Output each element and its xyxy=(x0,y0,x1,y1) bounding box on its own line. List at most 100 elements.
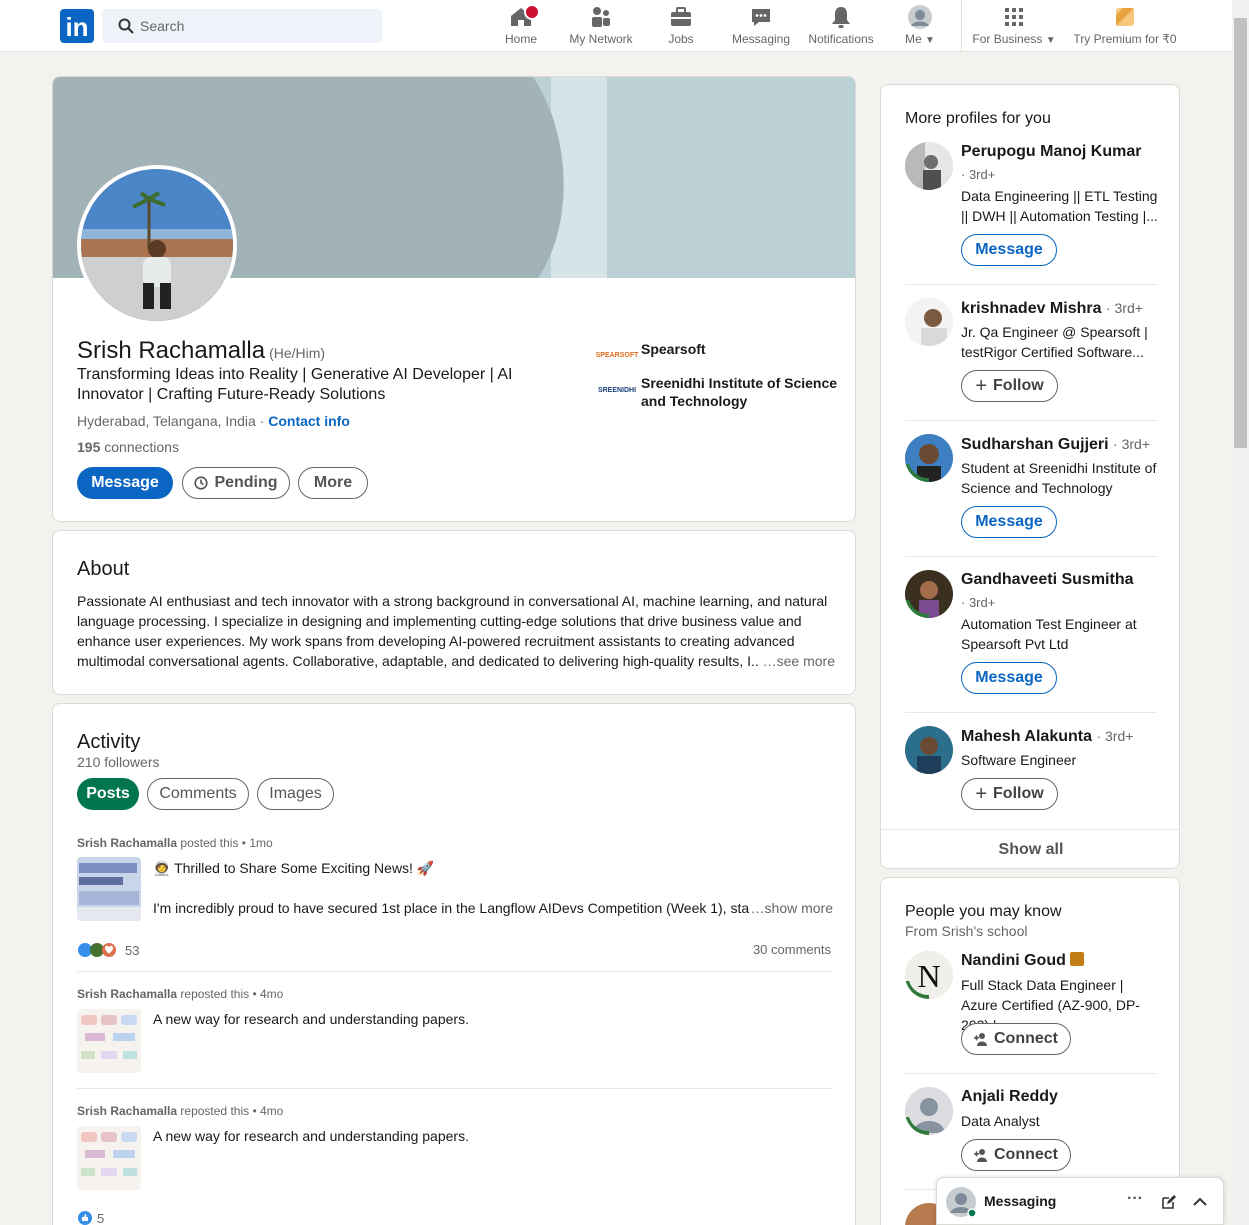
person-name-text: Nandini Goud xyxy=(961,952,1066,969)
post-thumbnail[interactable] xyxy=(77,1009,141,1073)
about-card: About Passionate AI enthusiast and tech … xyxy=(52,530,856,695)
experience-spearsoft[interactable]: SPEARSOFT Spearsoft xyxy=(596,339,706,371)
message-button[interactable]: Message xyxy=(961,506,1057,538)
person-desc: Automation Test Engineer at Spearsoft Pv… xyxy=(961,616,1137,652)
add-person-icon xyxy=(974,1149,987,1162)
post-meta: Srish Rachamalla reposted this • 4mo xyxy=(77,1104,283,1118)
message-button[interactable]: Message xyxy=(77,467,173,499)
more-options-icon[interactable]: ··· xyxy=(1127,1190,1143,1208)
connect-label: Connect xyxy=(994,1146,1058,1163)
connections-row[interactable]: 195 connections xyxy=(77,439,179,455)
pending-button[interactable]: Pending xyxy=(182,467,290,499)
message-button[interactable]: Message xyxy=(961,234,1057,266)
messaging-avatar xyxy=(946,1187,977,1218)
nav-try-premium[interactable]: Try Premium for ₹0 xyxy=(1072,4,1178,50)
post-divider xyxy=(77,1088,833,1089)
post-title: 🧑‍🚀 Thrilled to Share Some Exciting News… xyxy=(153,860,435,876)
search-input[interactable] xyxy=(140,9,370,43)
nav-jobs[interactable]: Jobs xyxy=(664,4,698,50)
nav-label: Notifications xyxy=(808,32,874,46)
post-reactions[interactable]: 5 xyxy=(77,1210,104,1225)
follow-button[interactable]: + Follow xyxy=(961,370,1058,402)
post-body: I'm incredibly proud to have secured 1st… xyxy=(153,900,833,916)
person-name[interactable]: Gandhaveeti Susmitha xyxy=(961,570,1161,590)
nav-my-network[interactable]: My Network xyxy=(566,4,636,50)
post-comments-count[interactable]: 30 comments xyxy=(753,942,831,957)
suggestion-divider xyxy=(905,712,1157,713)
suggestion-divider xyxy=(905,1073,1157,1074)
post-thumbnail[interactable] xyxy=(77,1126,141,1190)
chevron-up-icon[interactable] xyxy=(1193,1195,1207,1209)
sreenidhi-logo: SREENIDHI xyxy=(597,386,637,394)
avatar-icon xyxy=(900,4,940,30)
message-button[interactable]: Message xyxy=(961,662,1057,694)
post-action: reposted this • 4mo xyxy=(180,987,284,1001)
nav-label: Messaging xyxy=(731,32,791,46)
nav-for-business[interactable]: For Business ▼ xyxy=(972,4,1056,50)
connect-button[interactable]: Connect xyxy=(961,1023,1071,1055)
person-avatar[interactable] xyxy=(905,298,953,346)
person-name[interactable]: krishnadev Mishra · 3rd+ xyxy=(961,298,1161,319)
messaging-overlay[interactable]: Messaging ··· xyxy=(936,1177,1224,1225)
nav-divider xyxy=(961,0,962,52)
person-name[interactable]: Perupogu Manoj Kumar xyxy=(961,142,1161,162)
post-thumbnail[interactable] xyxy=(77,857,141,921)
post-author[interactable]: Srish Rachamalla xyxy=(77,987,177,1001)
person-name[interactable]: Sudharshan Gujjeri · 3rd+ xyxy=(961,434,1161,455)
experience-sreenidhi[interactable]: SREENIDHI Sreenidhi Institute of Science… xyxy=(597,374,841,410)
person-degree: · 3rd+ xyxy=(1096,728,1134,744)
contact-info-link[interactable]: Contact info xyxy=(268,413,350,429)
plus-icon: + xyxy=(975,374,988,397)
tab-images[interactable]: Images xyxy=(257,778,334,810)
about-see-more[interactable]: …see more xyxy=(763,653,835,669)
post-text: A new way for research and understanding… xyxy=(153,1011,469,1027)
post-text: I'm incredibly proud to have secured 1st… xyxy=(153,900,750,916)
show-all-button[interactable]: Show all xyxy=(881,830,1179,868)
caret-down-icon: ▼ xyxy=(925,35,935,46)
person-degree: · 3rd+ xyxy=(1113,436,1151,452)
page-scrollbar[interactable] xyxy=(1232,0,1249,1225)
nav-messaging[interactable]: Messaging xyxy=(730,4,792,50)
nav-notifications[interactable]: Notifications xyxy=(806,4,876,50)
post-reactions[interactable]: 53 xyxy=(77,942,139,958)
more-button[interactable]: More xyxy=(298,467,368,499)
tab-comments[interactable]: Comments xyxy=(147,778,249,810)
pymk-person: N Nandini Goud Full Stack Data Engineer … xyxy=(905,951,1157,1061)
search-box[interactable] xyxy=(102,9,382,43)
profile-suggestion: Gandhaveeti Susmitha · 3rd+ Automation T… xyxy=(905,570,1157,710)
profile-name-row: Srish Rachamalla (He/Him) xyxy=(77,337,325,365)
person-name[interactable]: Mahesh Alakunta · 3rd+ xyxy=(961,726,1161,747)
compose-icon[interactable] xyxy=(1161,1194,1177,1210)
person-avatar[interactable] xyxy=(905,434,953,482)
messaging-label[interactable]: Messaging xyxy=(984,1193,1056,1209)
search-icon xyxy=(118,18,134,34)
nav-label: My Network xyxy=(569,32,633,46)
person-name[interactable]: Nandini Goud xyxy=(961,951,1161,971)
connect-button[interactable]: Connect xyxy=(961,1139,1071,1171)
person-avatar[interactable] xyxy=(905,726,953,774)
scrollbar-thumb[interactable] xyxy=(1234,18,1247,448)
post-author[interactable]: Srish Rachamalla xyxy=(77,1104,177,1118)
person-avatar[interactable] xyxy=(905,1087,953,1135)
profile-photo[interactable] xyxy=(77,165,237,325)
post-author[interactable]: Srish Rachamalla xyxy=(77,836,177,850)
post-show-more[interactable]: …show more xyxy=(751,900,833,916)
followers-count[interactable]: 210 followers xyxy=(77,754,160,770)
linkedin-logo[interactable]: in xyxy=(60,9,94,43)
person-avatar[interactable]: N xyxy=(905,951,953,999)
follow-button[interactable]: + Follow xyxy=(961,778,1058,810)
caret-down-icon: ▼ xyxy=(1045,35,1056,46)
person-avatar[interactable] xyxy=(905,570,953,618)
nav-home[interactable]: Home xyxy=(500,4,542,50)
profile-suggestion: krishnadev Mishra · 3rd+ Jr. Qa Engineer… xyxy=(905,298,1157,418)
jobs-icon xyxy=(664,4,698,30)
tab-posts[interactable]: Posts xyxy=(77,778,139,810)
person-avatar[interactable] xyxy=(905,142,953,190)
nav-me[interactable]: Me ▼ xyxy=(900,4,940,50)
profile-suggestion: Mahesh Alakunta · 3rd+ Software Engineer… xyxy=(905,726,1157,816)
activity-title: Activity xyxy=(77,731,141,753)
bell-icon xyxy=(806,4,876,30)
about-title: About xyxy=(77,558,130,580)
person-name[interactable]: Anjali Reddy xyxy=(961,1087,1161,1107)
profile-suggestion: Sudharshan Gujjeri · 3rd+ Student at Sre… xyxy=(905,434,1157,554)
